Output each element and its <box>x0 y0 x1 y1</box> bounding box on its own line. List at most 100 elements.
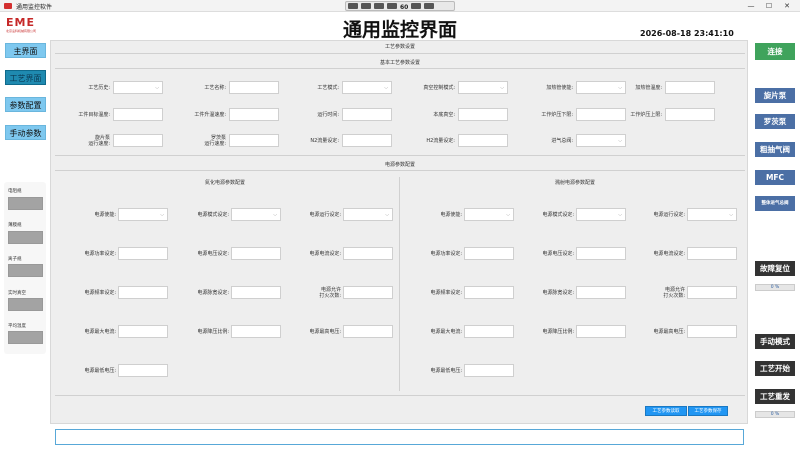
text-input[interactable] <box>665 81 715 94</box>
chevron-down-icon: ⌵ <box>618 212 622 218</box>
field-label: 电源频率设定: <box>84 289 116 296</box>
text-input[interactable] <box>231 286 281 299</box>
text-input[interactable] <box>231 247 281 260</box>
gauge-value-box <box>8 197 43 210</box>
text-input[interactable] <box>229 81 279 94</box>
logo-text: EME <box>6 16 35 29</box>
field-label: 工艺历史: <box>88 84 110 91</box>
field-label: 工件升温速度: <box>194 111 226 118</box>
mfc-button[interactable]: MFC <box>755 170 795 185</box>
dropdown-select[interactable]: ⌵ <box>113 81 163 94</box>
field-label: 电源运行设定: <box>309 211 341 218</box>
text-input[interactable] <box>118 286 168 299</box>
fault-reset-button[interactable]: 故障复位 <box>755 261 795 276</box>
gauge-label: 实时真空 <box>8 291 26 296</box>
text-input[interactable] <box>118 325 168 338</box>
field-label: 旋片泵 运行速度: <box>88 134 110 147</box>
toolbar-tool-icon[interactable] <box>348 3 358 9</box>
text-input[interactable] <box>342 108 392 121</box>
process-read-button[interactable]: 工艺参数读取 <box>645 406 687 416</box>
text-input[interactable] <box>229 108 279 121</box>
field-label: 电源允许 打火次数: <box>319 286 341 299</box>
text-input[interactable] <box>464 247 514 260</box>
dropdown-select[interactable]: ⌵ <box>231 208 281 221</box>
roots-pump-button[interactable]: 罗茨泵 <box>755 114 795 129</box>
text-input[interactable] <box>343 247 393 260</box>
field-label: 电源脉宽设定: <box>542 289 574 296</box>
field-label: 电源模式设定: <box>197 211 229 218</box>
field-label: 电源最大电流: <box>84 328 116 335</box>
process-start-button[interactable]: 工艺开始 <box>755 361 795 376</box>
field-label: 电源电流设定: <box>653 250 685 257</box>
close-button[interactable]: ✕ <box>780 1 794 11</box>
connect-button[interactable]: 连接 <box>755 43 795 60</box>
field-label: 电源最高电压: <box>653 328 685 335</box>
text-input[interactable] <box>687 286 737 299</box>
nav-manual-params-button[interactable]: 手动参数 <box>5 125 46 140</box>
text-input[interactable] <box>464 325 514 338</box>
text-input[interactable] <box>343 286 393 299</box>
rotary-pump-button[interactable]: 旋片泵 <box>755 88 795 103</box>
text-input[interactable] <box>118 364 168 377</box>
dropdown-select[interactable]: ⌵ <box>687 208 737 221</box>
nav-main-button[interactable]: 主界面 <box>5 43 46 58</box>
text-input[interactable] <box>665 108 715 121</box>
nav-process-button[interactable]: 工艺界面 <box>5 70 46 85</box>
text-input[interactable] <box>118 247 168 260</box>
text-input[interactable] <box>458 108 508 121</box>
field-label: 电源脉宽设定: <box>197 289 229 296</box>
message-input[interactable] <box>55 429 744 445</box>
toolbar-tool-icon[interactable] <box>411 3 422 9</box>
text-input[interactable] <box>687 325 737 338</box>
minimize-button[interactable]: — <box>744 1 758 11</box>
toolbar-tool-icon[interactable] <box>361 3 371 9</box>
toolbar-tool-icon[interactable] <box>387 3 397 9</box>
text-input[interactable] <box>113 134 163 147</box>
page-title: 通用监控界面 <box>342 19 457 41</box>
main-inlet-valve-button[interactable]: 整体进气总阀 <box>755 196 795 211</box>
text-input[interactable] <box>576 286 626 299</box>
field-label: 本底真空: <box>433 111 455 118</box>
toolbar-tool-icon[interactable] <box>374 3 384 9</box>
chevron-down-icon: ⌵ <box>506 212 510 218</box>
window-titlebar: 通用监控软件 60 — ☐ ✕ <box>0 0 800 12</box>
process-save-button[interactable]: 工艺参数保存 <box>688 406 728 416</box>
toolbar-tool-icon[interactable] <box>424 3 435 9</box>
screen-toolbar[interactable]: 60 <box>345 1 455 11</box>
manual-mode-button[interactable]: 手动模式 <box>755 334 795 349</box>
text-input[interactable] <box>231 325 281 338</box>
roughing-valve-button[interactable]: 粗抽气阀 <box>755 142 795 157</box>
field-label: 电源电压设定: <box>197 250 229 257</box>
text-input[interactable] <box>458 134 508 147</box>
dropdown-select[interactable]: ⌵ <box>464 208 514 221</box>
nav-params-button[interactable]: 参数配置 <box>5 97 46 112</box>
text-input[interactable] <box>576 325 626 338</box>
gauge-label: 电阻规 <box>8 189 22 194</box>
chevron-down-icon: ⌵ <box>384 85 388 91</box>
chevron-down-icon: ⌵ <box>385 212 389 218</box>
logo-subtitle: 北京凌科机械有限公司 <box>6 29 37 33</box>
dropdown-select[interactable]: ⌵ <box>576 208 626 221</box>
text-input[interactable] <box>113 108 163 121</box>
gauge-label: 薄膜规 <box>8 223 22 228</box>
text-input[interactable] <box>229 134 279 147</box>
text-input[interactable] <box>687 247 737 260</box>
field-label: 电源频率设定: <box>430 289 462 296</box>
field-label: 电源降压比例: <box>197 328 229 335</box>
text-input[interactable] <box>576 247 626 260</box>
field-label: 真空控制模式: <box>423 84 455 91</box>
text-input[interactable] <box>343 325 393 338</box>
maximize-button[interactable]: ☐ <box>762 1 776 11</box>
text-input[interactable] <box>464 364 514 377</box>
field-label: 进气总阀: <box>551 137 573 144</box>
process-repeat-button[interactable]: 工艺重发 <box>755 389 795 404</box>
field-label: 运行时间: <box>317 111 339 118</box>
gauge-label: 离子规 <box>8 257 22 262</box>
dropdown-select[interactable]: ⌵ <box>118 208 168 221</box>
dropdown-select[interactable]: ⌵ <box>343 208 393 221</box>
dropdown-select[interactable]: ⌵ <box>576 134 626 147</box>
text-input[interactable] <box>342 134 392 147</box>
dropdown-select[interactable]: ⌵ <box>458 81 508 94</box>
dropdown-select[interactable]: ⌵ <box>342 81 392 94</box>
text-input[interactable] <box>464 286 514 299</box>
